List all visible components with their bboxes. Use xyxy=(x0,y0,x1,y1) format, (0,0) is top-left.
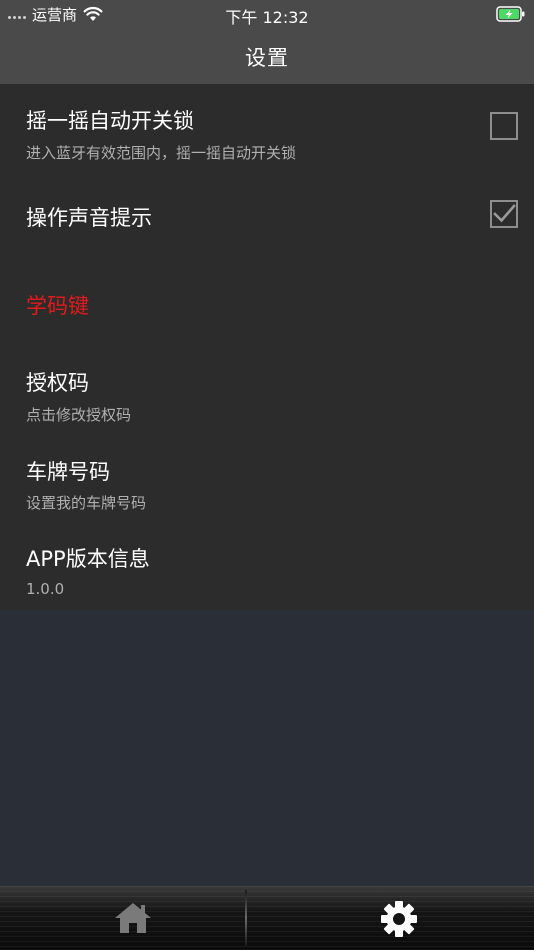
tab-settings[interactable] xyxy=(289,886,534,950)
shake-checkbox[interactable] xyxy=(490,112,518,140)
version-subtitle: 1.0.0 xyxy=(26,580,65,598)
sound-checkbox[interactable] xyxy=(490,200,518,228)
status-bar: 运营商 下午 12:32 xyxy=(0,0,534,30)
sound-title: 操作声音提示 xyxy=(26,206,152,230)
tab-divider xyxy=(245,890,247,946)
learn-code-section-title[interactable]: 学码键 xyxy=(26,290,89,320)
plate-title: 车牌号码 xyxy=(26,460,110,484)
shake-title: 摇一摇自动开关锁 xyxy=(26,109,194,133)
version-title: APP版本信息 xyxy=(26,547,150,571)
auth-code-subtitle: 点击修改授权码 xyxy=(26,406,132,424)
checkmark-icon xyxy=(493,204,516,223)
battery-charging-icon xyxy=(496,5,526,23)
status-time: 下午 12:32 xyxy=(225,8,309,27)
page-title: 设置 xyxy=(245,46,289,70)
home-icon xyxy=(115,903,151,933)
tab-bar xyxy=(0,886,534,950)
settings-list: 摇一摇自动开关锁 进入蓝牙有效范围内，摇一摇自动开关锁 操作声音提示 学码键 授… xyxy=(0,84,534,610)
tab-home[interactable] xyxy=(0,886,245,950)
plate-subtitle: 设置我的车牌号码 xyxy=(26,494,147,512)
shake-subtitle: 进入蓝牙有效范围内，摇一摇自动开关锁 xyxy=(26,144,297,162)
gear-icon xyxy=(381,901,417,937)
auth-code-title: 授权码 xyxy=(26,371,89,395)
nav-bar: 设置 xyxy=(0,30,534,84)
